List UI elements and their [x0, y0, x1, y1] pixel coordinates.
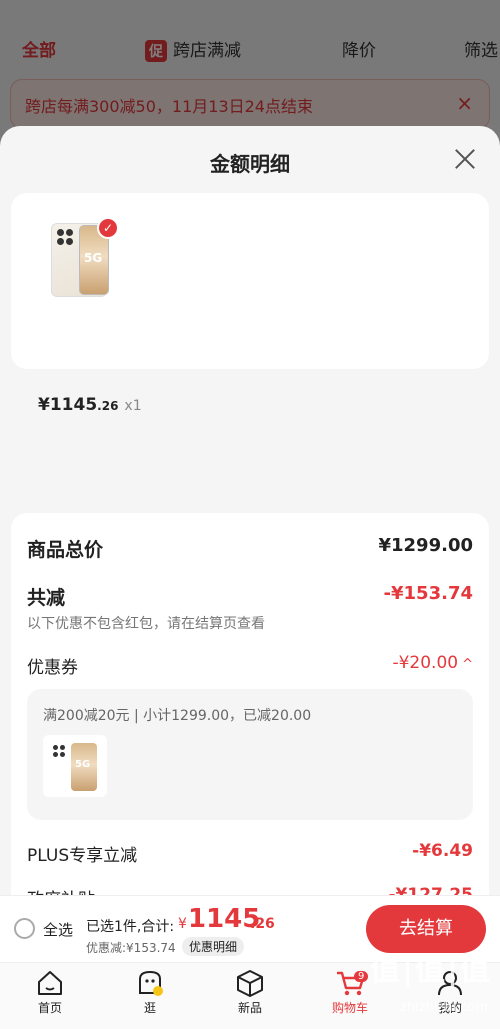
box-icon [237, 970, 263, 997]
product-card: 5G ✓ ¥1145.26 x1 [11, 193, 489, 415]
coupon-value: -¥20.00 [392, 653, 459, 673]
tab-browse-label: 逛 [143, 1001, 156, 1015]
chevron-up-icon[interactable]: ^ [462, 657, 473, 672]
goods-total-label: 商品总价 [27, 539, 104, 561]
product-5g-label: 5G [84, 251, 103, 265]
discount-summary: 优惠减:¥153.74 [86, 941, 176, 955]
total-dec: .26 [250, 916, 275, 932]
total-discount-label: 共减 [27, 587, 66, 609]
home-icon [38, 971, 62, 995]
selected-count: 已选1件,合计: [86, 919, 175, 935]
plus-value: -¥6.49 [412, 841, 473, 861]
watermark-site: zhizhizhi.com [400, 1000, 488, 1015]
amount-detail-sheet: 金额明细 5G ✓ ¥1145.26 x1 商品总价 ¥1299.00 共减 -¥… [0, 126, 500, 928]
total-currency: ¥ [178, 916, 187, 932]
tab-browse[interactable]: 逛 [110, 969, 190, 1016]
cart-badge: 9 [354, 971, 369, 982]
tab-new-label: 新品 [237, 1001, 262, 1015]
sheet-title: 金额明细 [210, 152, 290, 176]
watermark-logo: 值|值|值 [370, 953, 492, 988]
coupon-detail-box: 满200减20元 | 小计1299.00，已减20.00 5G [27, 689, 473, 820]
goods-total-value: ¥1299.00 [378, 535, 473, 556]
discount-detail-button[interactable]: 优惠明细 [182, 937, 245, 956]
browse-icon [139, 970, 163, 996]
discount-note: 以下优惠不包含红包，请在结算页查看 [27, 616, 265, 632]
tab-home[interactable]: 首页 [10, 969, 90, 1016]
tab-home-label: 首页 [37, 1001, 62, 1015]
select-all-label[interactable]: 全选 [43, 919, 73, 940]
selected-check-icon: ✓ [97, 217, 119, 239]
coupon-label: 优惠券 [27, 658, 78, 678]
amount-detail-card: 商品总价 ¥1299.00 共减 -¥153.74 以下优惠不包含红包，请在结算… [11, 513, 489, 928]
product-price: ¥1145.26 x1 [38, 395, 142, 415]
plus-label: PLUS专享立减 [27, 846, 138, 866]
coupon-value-wrap: -¥20.00 ^ [392, 653, 473, 673]
total-discount-value: -¥153.74 [383, 583, 473, 604]
product-price-dec: .26 [97, 399, 119, 413]
product-qty: x1 [124, 398, 142, 414]
tab-cart-label: 购物车 [331, 1001, 368, 1015]
product-price-int: ¥1145 [38, 395, 98, 415]
coupon-desc: 满200减20元 | 小计1299.00，已减20.00 [43, 708, 312, 724]
coupon-product-thumb: 5G [43, 735, 107, 797]
tab-new[interactable]: 新品 [210, 969, 290, 1016]
close-icon[interactable] [452, 146, 478, 172]
coupon-5g-label: 5G [75, 759, 91, 770]
select-all-radio[interactable] [14, 918, 35, 939]
